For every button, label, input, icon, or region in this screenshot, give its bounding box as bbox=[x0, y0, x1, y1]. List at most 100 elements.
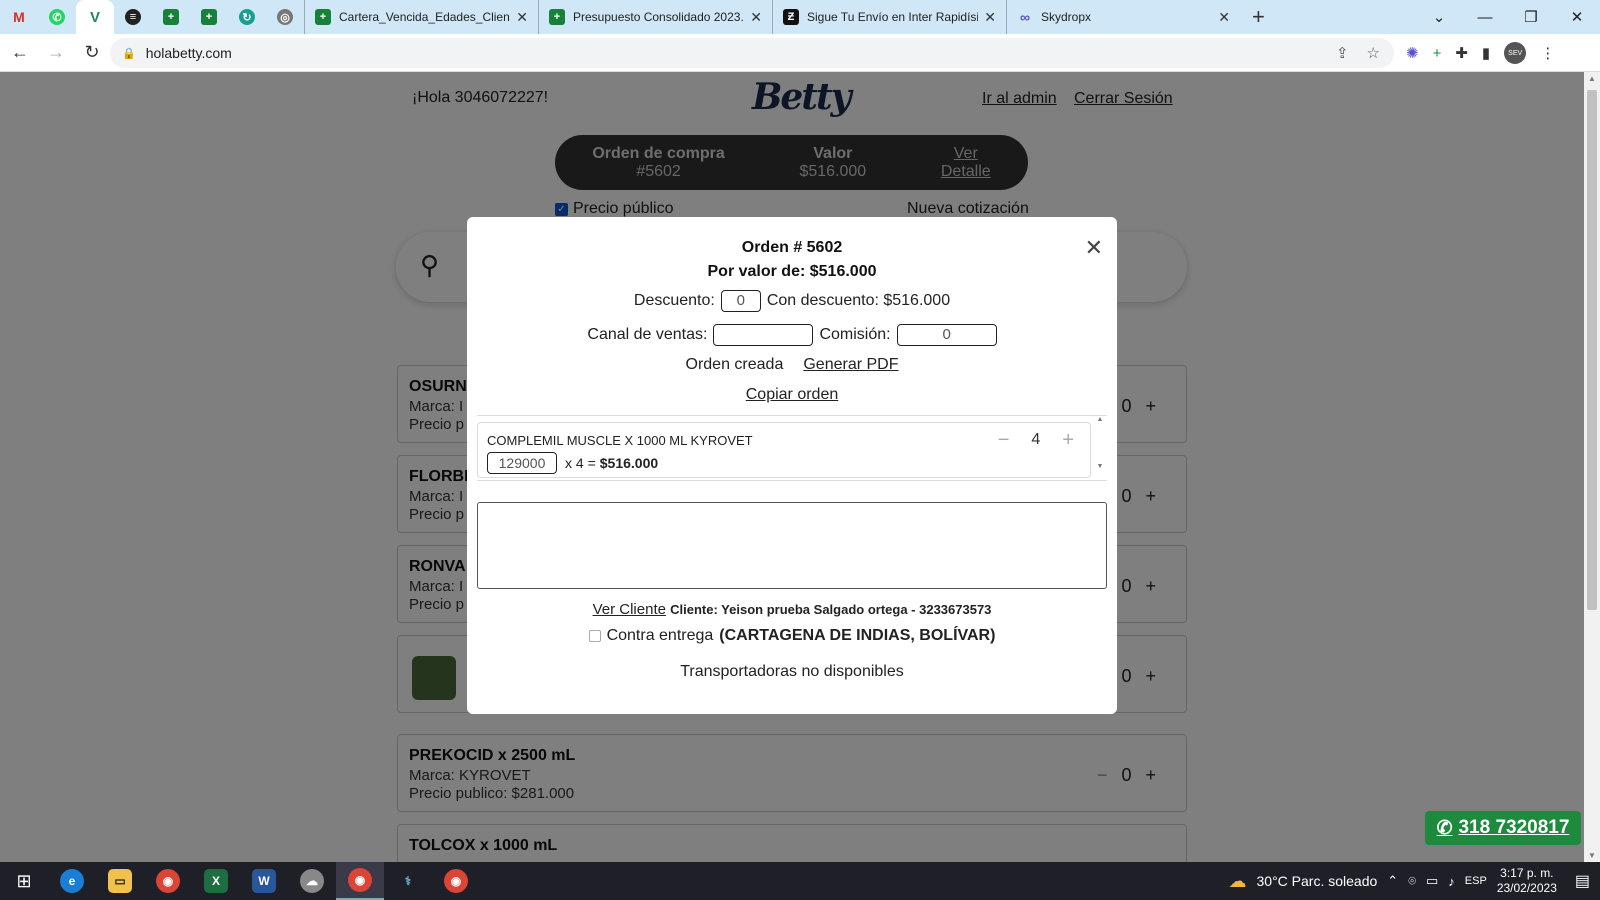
order-modal: ✕ Orden # 5602 Por valor de: $516.000 De… bbox=[467, 217, 1117, 714]
chevron-up-icon[interactable]: ⌃ bbox=[1387, 873, 1398, 889]
gmail-icon: M bbox=[13, 9, 25, 25]
unit-price-input[interactable]: 129000 bbox=[487, 452, 557, 474]
plus-icon[interactable]: + bbox=[1062, 429, 1074, 452]
menu-icon[interactable]: ⋮ bbox=[1540, 44, 1555, 62]
pinned-tab-betty[interactable]: V bbox=[76, 0, 114, 34]
items-scrollbar[interactable]: ▲ ▼ bbox=[1093, 416, 1107, 482]
taskbar-app-2[interactable]: ⚕ bbox=[384, 862, 432, 900]
commission-input[interactable]: 0 bbox=[896, 324, 997, 346]
sales-channel-input[interactable] bbox=[713, 324, 814, 346]
pinned-tab-teal[interactable]: ↻ bbox=[228, 0, 266, 34]
app-icon: ≡ bbox=[125, 9, 141, 25]
reload-icon[interactable]: ↻ bbox=[76, 42, 108, 63]
url-bar[interactable]: 🔒 holabetty.com ⇪ ☆ bbox=[110, 38, 1394, 68]
taskbar-chrome-profile[interactable]: ◉ bbox=[336, 862, 384, 900]
cash-on-delivery-label: Contra entrega bbox=[606, 627, 714, 644]
pinned-tab-whatsapp[interactable]: ✆ bbox=[38, 0, 76, 34]
new-tab-button[interactable]: + bbox=[1252, 4, 1265, 30]
tab-inter-rapidisimo[interactable]: Ƶ Sigue Tu Envío en Inter Rapidísim ✕ bbox=[772, 0, 1006, 34]
network-icon[interactable]: ▭ bbox=[1426, 873, 1438, 889]
close-icon[interactable]: ✕ bbox=[1218, 9, 1230, 26]
teal-app-icon: ↻ bbox=[239, 9, 255, 25]
skydropx-icon: ∞ bbox=[1020, 9, 1030, 25]
clock-time: 3:17 p. m. bbox=[1500, 866, 1554, 880]
share-icon[interactable]: ⇪ bbox=[1336, 44, 1349, 62]
url-text: holabetty.com bbox=[145, 45, 232, 61]
minimize-button[interactable]: — bbox=[1462, 9, 1508, 26]
whatsapp-contact-button[interactable]: ✆ 318 7320817 bbox=[1425, 811, 1581, 845]
start-button[interactable]: ⊞ bbox=[0, 862, 48, 900]
tab-skydropx[interactable]: ∞ Skydropx ✕ bbox=[1006, 0, 1240, 34]
taskbar-app[interactable]: ☁ bbox=[288, 862, 336, 900]
pinned-tab-sheets-1[interactable]: + bbox=[152, 0, 190, 34]
discount-input[interactable]: 0 bbox=[720, 290, 761, 312]
scroll-up-icon[interactable]: ▲ bbox=[1093, 416, 1107, 423]
tab-cartera[interactable]: + Cartera_Vencida_Edades_Cliente ✕ bbox=[304, 0, 538, 34]
scroll-down-icon[interactable]: ▼ bbox=[1588, 851, 1596, 860]
volume-icon[interactable]: ♪ bbox=[1448, 874, 1455, 889]
taskbar-edge[interactable]: e bbox=[48, 862, 96, 900]
copy-order-row: Copiar orden bbox=[467, 386, 1117, 404]
extension-plus-icon[interactable]: + bbox=[1433, 45, 1442, 62]
forward-icon[interactable]: → bbox=[40, 42, 72, 63]
side-panel-icon[interactable]: ▮ bbox=[1482, 44, 1490, 62]
scroll-up-icon[interactable]: ▲ bbox=[1588, 74, 1596, 83]
minus-icon[interactable]: − bbox=[998, 429, 1010, 452]
taskbar-word[interactable]: W bbox=[240, 862, 288, 900]
generate-pdf-link[interactable]: Generar PDF bbox=[803, 356, 898, 374]
restore-button[interactable]: ❐ bbox=[1508, 8, 1554, 26]
close-window-button[interactable]: ✕ bbox=[1554, 8, 1600, 26]
client-row: Ver Cliente Cliente: Yeison prueba Salga… bbox=[467, 601, 1117, 618]
tab-title: Cartera_Vencida_Edades_Cliente bbox=[339, 10, 511, 24]
excel-icon: X bbox=[204, 869, 228, 893]
item-price-row: 129000 x 4 = $516.000 bbox=[487, 452, 658, 474]
close-icon[interactable]: ✕ bbox=[984, 9, 996, 26]
taskbar-chrome[interactable]: ◉ bbox=[144, 862, 192, 900]
pinned-tab-globe[interactable]: ◎ bbox=[266, 0, 304, 34]
page-content: ¡Hola 3046072227! Betty Ir al admin Cerr… bbox=[0, 72, 1584, 862]
close-icon[interactable]: ✕ bbox=[516, 9, 528, 26]
caduceus-icon: ⚕ bbox=[404, 874, 412, 888]
notification-icon[interactable]: ▤ bbox=[1575, 871, 1590, 891]
view-client-link[interactable]: Ver Cliente bbox=[593, 601, 666, 618]
client-info: Cliente: Yeison prueba Salgado ortega - … bbox=[670, 602, 992, 617]
weather-text[interactable]: 30°C Parc. soleado bbox=[1257, 873, 1378, 889]
scrollbar-thumb[interactable] bbox=[1587, 90, 1597, 610]
modal-title: Orden # 5602 bbox=[741, 239, 843, 256]
order-actions-row: Orden creada Generar PDF bbox=[467, 356, 1117, 374]
page-scrollbar[interactable]: ▲ ▼ bbox=[1584, 72, 1600, 862]
window-controls: ⌄ — ❐ ✕ bbox=[1416, 0, 1600, 34]
clock[interactable]: 3:17 p. m. 23/02/2023 bbox=[1497, 866, 1557, 896]
tab-search-icon[interactable]: ⌄ bbox=[1416, 8, 1462, 26]
copy-order-link[interactable]: Copiar orden bbox=[746, 386, 839, 404]
tab-presupuesto[interactable]: + Presupuesto Consolidado 2023.x ✕ bbox=[538, 0, 772, 34]
tab-title: Skydropx bbox=[1041, 10, 1092, 24]
chrome-icon: ◉ bbox=[348, 868, 372, 892]
meet-icon[interactable]: ⌾ bbox=[1408, 873, 1416, 889]
puzzle-icon[interactable]: ✚ bbox=[1455, 44, 1468, 62]
bookmark-star-icon[interactable]: ☆ bbox=[1367, 44, 1380, 62]
scroll-down-icon[interactable]: ▼ bbox=[1093, 463, 1107, 470]
extension-icon[interactable]: ✺ bbox=[1406, 44, 1419, 62]
language-indicator[interactable]: ESP bbox=[1465, 875, 1487, 887]
taskbar-excel[interactable]: X bbox=[192, 862, 240, 900]
item-quantity: 4 bbox=[1031, 431, 1041, 448]
item-total: $516.000 bbox=[599, 455, 659, 471]
chrome-icon: ◉ bbox=[156, 869, 180, 893]
taskbar-explorer[interactable]: ▭ bbox=[96, 862, 144, 900]
word-icon: W bbox=[252, 869, 276, 893]
commission-label: Comisión: bbox=[819, 326, 891, 343]
order-items-list: COMPLEMIL MUSCLE X 1000 ML KYROVET 12900… bbox=[477, 415, 1107, 481]
pinned-tab-gmail[interactable]: M bbox=[0, 0, 38, 34]
back-icon[interactable]: ← bbox=[4, 42, 36, 63]
close-icon[interactable]: ✕ bbox=[750, 9, 762, 26]
notes-textarea[interactable] bbox=[477, 502, 1107, 589]
cash-on-delivery-checkbox[interactable] bbox=[588, 630, 601, 642]
weather-icon: ☁ bbox=[1228, 870, 1247, 891]
lock-icon: 🔒 bbox=[122, 47, 136, 60]
pinned-tab-sheets-2[interactable]: + bbox=[190, 0, 228, 34]
whatsapp-icon: ✆ bbox=[1436, 817, 1453, 839]
profile-avatar[interactable]: SEV bbox=[1504, 42, 1527, 64]
taskbar-chrome-2[interactable]: ◉ bbox=[432, 862, 480, 900]
pinned-tab-app[interactable]: ≡ bbox=[114, 0, 152, 34]
